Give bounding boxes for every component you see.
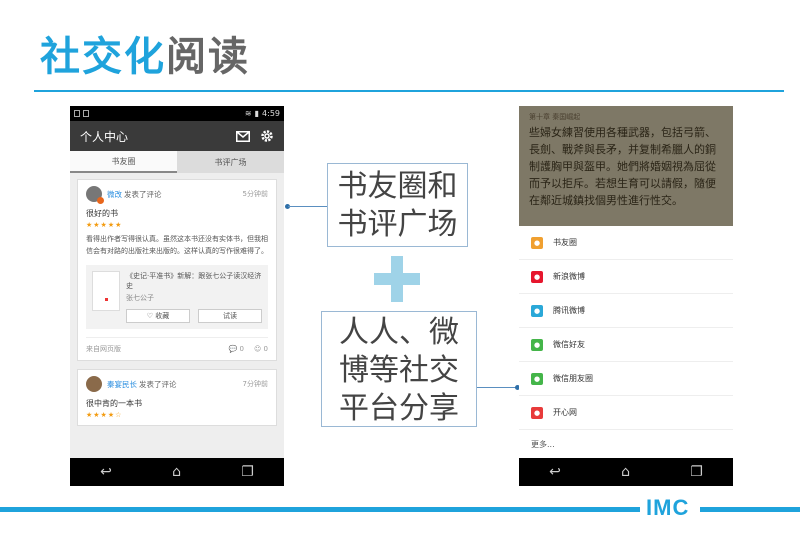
slide: 社交化阅读 ≋ ▮ 4:59 个人中心 书友圈 书评广场 微改 发表了评论 5分…	[0, 0, 800, 533]
reader-text: 些婦女練習使用各種武器，包括弓箭、長劍、戰斧與長矛，并复制希臘人的銅制護胸甲與盔…	[529, 126, 716, 207]
phone-screenshot-profile: ≋ ▮ 4:59 个人中心 书友圈 书评广场 微改 发表了评论 5分钟前 很好的…	[70, 106, 284, 486]
reader-view: 第十章 秦国崛起 些婦女練習使用各種武器，包括弓箭、長劍、戰斧與長矛，并复制希臘…	[519, 106, 733, 226]
app-bar: 个人中心	[70, 121, 284, 151]
recent-apps-icon[interactable]: ❐	[241, 464, 254, 480]
rating-stars: ★★★★☆	[86, 411, 123, 419]
card-user[interactable]: 微改	[107, 189, 122, 200]
connector-line	[288, 206, 327, 207]
phone-screenshot-share: 第十章 秦国崛起 些婦女練習使用各種武器，包括弓箭、長劍、戰斧與長矛，并复制希臘…	[519, 106, 733, 486]
share-item-wechat-friends[interactable]: ● 微信好友	[519, 328, 733, 362]
share-item-kaixin[interactable]: ● 开心网	[519, 396, 733, 430]
collect-button[interactable]: ♡ 收藏	[126, 309, 190, 323]
slide-title: 社交化阅读	[40, 32, 250, 82]
footer-bar	[0, 507, 640, 512]
callout-text: 书友圈和	[337, 169, 458, 204]
back-icon[interactable]: ↩	[100, 464, 112, 480]
feed-card[interactable]: 秦宴民长 发表了评论 7分钟前 很中肯的一本书 ★★★★☆	[77, 369, 277, 426]
avatar[interactable]	[86, 186, 104, 204]
card-time: 7分钟前	[242, 380, 268, 388]
callout-book-friends: 书友圈和 书评广场	[327, 163, 468, 247]
callout-text: 平台分享	[339, 391, 459, 426]
home-icon[interactable]: ⌂	[172, 464, 181, 480]
card-title: 很好的书	[86, 209, 118, 218]
card-user[interactable]: 秦宴民长	[107, 379, 137, 390]
smile-icon: ☺	[253, 345, 262, 353]
share-item-tencent-weibo[interactable]: ● 腾讯微博	[519, 294, 733, 328]
wifi-icon: ≋	[244, 109, 252, 118]
home-icon[interactable]: ⌂	[621, 464, 630, 480]
status-bar: ≋ ▮ 4:59	[70, 106, 284, 121]
card-body: 看得出作者写得很认真。虽然这本书还没有实体书，但我相信会有对路的出版社来出版的。…	[86, 235, 268, 255]
battery-icon: ▮	[254, 109, 260, 118]
wechat-icon: ●	[531, 338, 543, 351]
comment-icon: 💬	[228, 345, 238, 353]
title-part-social: 社交化	[40, 34, 166, 80]
avatar[interactable]	[86, 376, 102, 392]
card-time: 5分钟前	[242, 190, 268, 198]
rating-stars: ★★★★★	[86, 221, 123, 229]
footer-bar	[700, 507, 800, 512]
share-item-book-friends[interactable]: ● 书友圈	[519, 226, 733, 260]
status-time: 4:59	[262, 109, 280, 118]
tencent-weibo-icon: ●	[531, 304, 543, 317]
share-item-wechat-moments[interactable]: ● 微信朋友圈	[519, 362, 733, 396]
feed: 微改 发表了评论 5分钟前 很好的书 ★★★★★ 看得出作者写得很认真。虽然这本…	[70, 173, 284, 440]
book-cover	[92, 271, 120, 311]
title-divider	[34, 90, 784, 92]
android-nav-bar: ↩ ⌂ ❐	[519, 458, 733, 486]
back-icon[interactable]: ↩	[549, 464, 561, 480]
mail-icon[interactable]	[236, 130, 250, 142]
card-source: 来自网页版	[86, 345, 121, 353]
card-action: 发表了评论	[124, 189, 162, 199]
card-title: 很中肯的一本书	[86, 399, 142, 408]
share-menu: ● 书友圈 ● 新浪微博 ● 腾讯微博 ● 微信好友 ● 微信朋友圈 ● 开心网	[519, 226, 733, 458]
tab-book-friends[interactable]: 书友圈	[70, 151, 177, 173]
like-count[interactable]: ☺ 0	[254, 345, 268, 353]
callout-text: 书评广场	[337, 207, 458, 242]
android-nav-bar: ↩ ⌂ ❐	[70, 458, 284, 486]
chapter-title: 第十章 秦国崛起	[529, 113, 581, 121]
callout-social-share: 人人、微 博等社交 平台分享	[321, 311, 477, 427]
kaixin-icon: ●	[531, 406, 543, 419]
book-box[interactable]: 《史记·平准书》新解：跟张七公子读汉经济史 张七公子 ♡ 收藏 试读	[86, 265, 268, 329]
moments-icon: ●	[531, 372, 543, 385]
imc-logo: IMC	[646, 495, 690, 520]
recent-apps-icon[interactable]: ❐	[690, 464, 703, 480]
comment-count[interactable]: 💬 0	[229, 345, 244, 353]
feed-card[interactable]: 微改 发表了评论 5分钟前 很好的书 ★★★★★ 看得出作者写得很认真。虽然这本…	[77, 179, 277, 361]
tab-review-square[interactable]: 书评广场	[177, 151, 284, 173]
notification-icon	[83, 110, 89, 117]
title-part-reading: 阅读	[166, 34, 250, 80]
trial-read-button[interactable]: 试读	[198, 309, 262, 323]
app-title: 个人中心	[80, 129, 129, 144]
weibo-icon: ●	[531, 270, 543, 283]
book-author: 张七公子	[126, 294, 154, 302]
card-action: 发表了评论	[139, 379, 177, 389]
book-title: 《史记·平准书》新解：跟张七公子读汉经济史	[126, 272, 262, 290]
share-more-button[interactable]: 更多...	[519, 430, 733, 458]
callout-text: 人人、微	[339, 315, 459, 350]
connector-line	[477, 387, 517, 388]
badge-icon	[97, 197, 104, 204]
gear-icon[interactable]	[260, 129, 274, 143]
notification-icon	[74, 110, 80, 117]
plus-icon	[374, 256, 420, 302]
tab-bar: 书友圈 书评广场	[70, 151, 284, 173]
callout-text: 博等社交	[339, 353, 459, 388]
users-icon: ●	[531, 236, 543, 249]
share-item-sina-weibo[interactable]: ● 新浪微博	[519, 260, 733, 294]
